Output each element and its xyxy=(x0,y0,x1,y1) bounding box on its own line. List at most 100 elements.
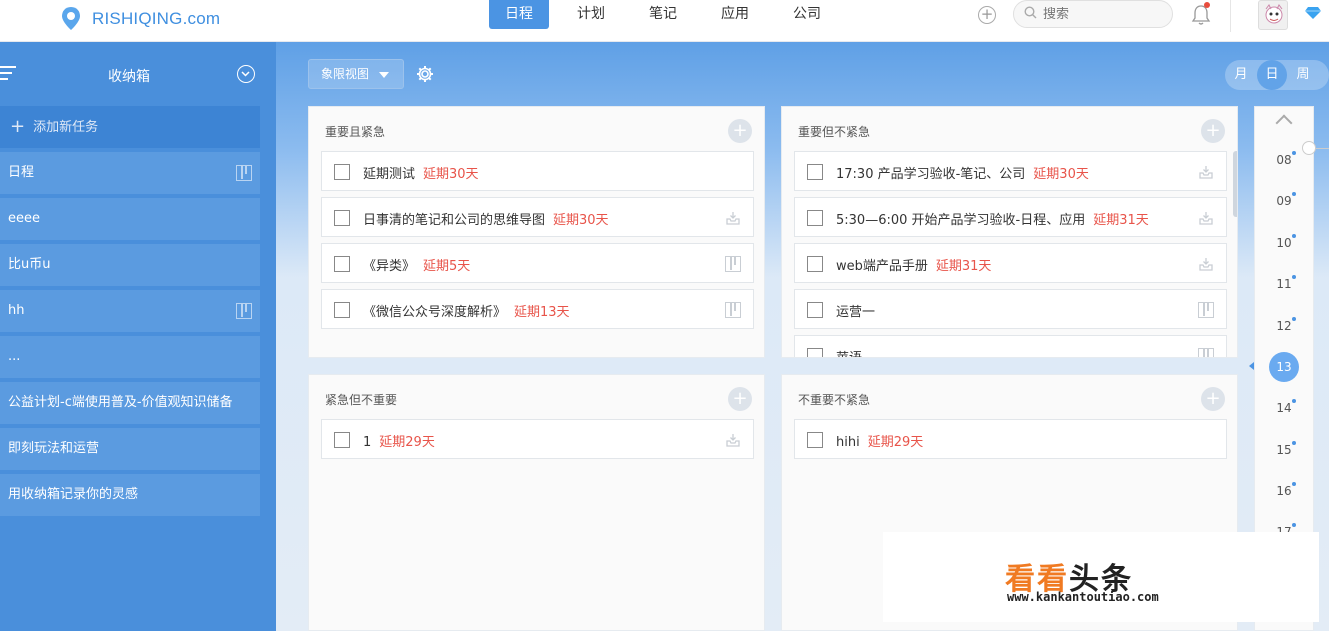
sidebar-item-inspiration[interactable]: 用收纳箱记录你的灵感 xyxy=(0,474,260,516)
watermark-url: www.kankantoutiao.com xyxy=(1007,590,1159,604)
task-item[interactable]: hihi 延期29天 xyxy=(794,419,1227,459)
task-item[interactable]: 17:30 产品学习验收-笔记、公司 延期30天 xyxy=(794,151,1227,191)
inbox-tray-icon[interactable] xyxy=(1198,256,1214,272)
board-icon[interactable] xyxy=(725,256,741,272)
current-hour-badge[interactable]: 13 xyxy=(1269,352,1299,382)
task-checkbox[interactable] xyxy=(807,256,823,272)
inbox-sidebar: 收纳箱 + 添加新任务 日程 eeee 比u币u hh ... 公益计划-c端使用… xyxy=(0,42,276,631)
event-dot xyxy=(1292,441,1296,445)
quadrant-title: 不重要不紧急 xyxy=(798,393,871,407)
current-time-pointer xyxy=(1249,362,1254,370)
event-dot xyxy=(1292,275,1296,279)
view-dropdown[interactable]: 象限视图 xyxy=(308,59,404,89)
inbox-tray-icon[interactable] xyxy=(725,210,741,226)
task-item[interactable]: 1 延期29天 xyxy=(321,419,754,459)
board-icon[interactable] xyxy=(236,303,252,319)
quadrant-title: 重要且紧急 xyxy=(325,125,386,139)
task-item[interactable]: 《异类》 延期5天 xyxy=(321,243,754,283)
delay-label: 延期30天 xyxy=(1033,167,1089,182)
diamond-icon[interactable] xyxy=(1305,6,1321,24)
hour-label[interactable]: 12 xyxy=(1255,319,1313,333)
task-checkbox[interactable] xyxy=(334,432,350,448)
scrollbar[interactable] xyxy=(1233,151,1237,217)
nav-plan[interactable]: 计划 xyxy=(561,0,621,29)
avatar[interactable] xyxy=(1258,0,1288,30)
nav-schedule[interactable]: 日程 xyxy=(489,0,549,29)
mode-week[interactable]: 周 xyxy=(1288,60,1318,90)
hour-label[interactable]: 10 xyxy=(1255,236,1313,250)
chevron-up-icon[interactable] xyxy=(1275,114,1293,132)
inbox-tray-icon[interactable] xyxy=(1198,164,1214,180)
delay-label: 延期5天 xyxy=(423,259,471,274)
task-checkbox[interactable] xyxy=(807,432,823,448)
sidebar-header: 收纳箱 xyxy=(0,42,276,106)
hour-label[interactable]: 08 xyxy=(1255,153,1313,167)
add-task-plus-icon[interactable]: + xyxy=(1201,387,1225,411)
task-checkbox[interactable] xyxy=(807,302,823,318)
inbox-tray-icon[interactable] xyxy=(1198,210,1214,226)
chevron-down-icon[interactable] xyxy=(237,65,255,83)
mode-month[interactable]: 月 xyxy=(1226,60,1256,90)
board-icon[interactable] xyxy=(1198,302,1214,318)
delay-label: 延期29天 xyxy=(867,435,924,450)
task-item[interactable]: 《微信公众号深度解析》 延期13天 xyxy=(321,289,754,329)
sidebar-title: 收纳箱 xyxy=(108,69,150,85)
add-task-plus-icon[interactable]: + xyxy=(1201,119,1225,143)
task-item[interactable]: 5:30—6:00 开始产品学习验收-日程、应用 延期31天 xyxy=(794,197,1227,237)
inbox-tray-icon[interactable] xyxy=(725,432,741,448)
search-box[interactable] xyxy=(1013,0,1173,28)
quadrant-urgent-not-important: 紧急但不重要 + 1 延期29天 xyxy=(308,374,765,631)
event-dot xyxy=(1292,317,1296,321)
task-checkbox[interactable] xyxy=(807,348,823,357)
add-task-plus-icon[interactable]: + xyxy=(728,387,752,411)
board-icon[interactable] xyxy=(236,165,252,181)
task-checkbox[interactable] xyxy=(807,164,823,180)
menu-icon[interactable] xyxy=(0,66,16,80)
task-checkbox[interactable] xyxy=(334,210,350,226)
nav-company[interactable]: 公司 xyxy=(777,0,837,29)
board-icon[interactable] xyxy=(1198,348,1214,357)
logo[interactable]: RISHIQING.com xyxy=(60,6,220,32)
event-dot xyxy=(1292,399,1296,403)
task-item[interactable]: 运营一 xyxy=(794,289,1227,329)
add-task-plus-icon[interactable]: + xyxy=(728,119,752,143)
add-circle-icon[interactable]: + xyxy=(978,6,996,24)
event-dot xyxy=(1292,151,1296,155)
sidebar-item-eeee[interactable]: eeee xyxy=(0,198,260,240)
event-dot xyxy=(1292,523,1296,527)
nav-notes[interactable]: 笔记 xyxy=(633,0,693,29)
mode-day[interactable]: 日 xyxy=(1257,60,1287,90)
top-bar: RISHIQING.com 日程 计划 笔记 应用 公司 + xyxy=(0,0,1329,42)
task-checkbox[interactable] xyxy=(334,164,350,180)
task-checkbox[interactable] xyxy=(807,210,823,226)
sidebar-item-jike[interactable]: 即刻玩法和运营 xyxy=(0,428,260,470)
task-checkbox[interactable] xyxy=(334,256,350,272)
slider-knob[interactable] xyxy=(1302,141,1316,155)
nav-apps[interactable]: 应用 xyxy=(705,0,765,29)
sidebar-item-schedule[interactable]: 日程 xyxy=(0,152,260,194)
board-icon[interactable] xyxy=(725,302,741,318)
add-task-button[interactable]: + 添加新任务 xyxy=(0,106,260,148)
task-item[interactable]: web端产品手册 延期31天 xyxy=(794,243,1227,283)
gear-icon[interactable] xyxy=(415,64,435,84)
search-input[interactable] xyxy=(1043,6,1153,22)
task-item[interactable]: 苹语 xyxy=(794,335,1227,357)
sidebar-item-ellipsis[interactable]: ... xyxy=(0,336,260,378)
hour-label[interactable]: 15 xyxy=(1255,443,1313,457)
event-dot xyxy=(1292,192,1296,196)
delay-label: 延期30天 xyxy=(553,213,609,228)
task-item[interactable]: 日事清的笔记和公司的思维导图 延期30天 xyxy=(321,197,754,237)
hour-label[interactable]: 11 xyxy=(1255,277,1313,291)
sidebar-item-charity-plan[interactable]: 公益计划-c端使用普及-价值观知识储备 xyxy=(0,382,260,424)
task-checkbox[interactable] xyxy=(334,302,350,318)
slider-track xyxy=(1316,148,1329,149)
hour-label[interactable]: 16 xyxy=(1255,484,1313,498)
hour-label[interactable]: 14 xyxy=(1255,401,1313,415)
sidebar-item-biubiu[interactable]: 比u币u xyxy=(0,244,260,286)
delay-label: 延期31天 xyxy=(935,259,992,274)
search-icon xyxy=(1024,5,1037,23)
hour-label[interactable]: 09 xyxy=(1255,194,1313,208)
task-item[interactable]: 延期测试 延期30天 xyxy=(321,151,754,191)
plus-icon: + xyxy=(10,116,26,137)
sidebar-item-hh[interactable]: hh xyxy=(0,290,260,332)
